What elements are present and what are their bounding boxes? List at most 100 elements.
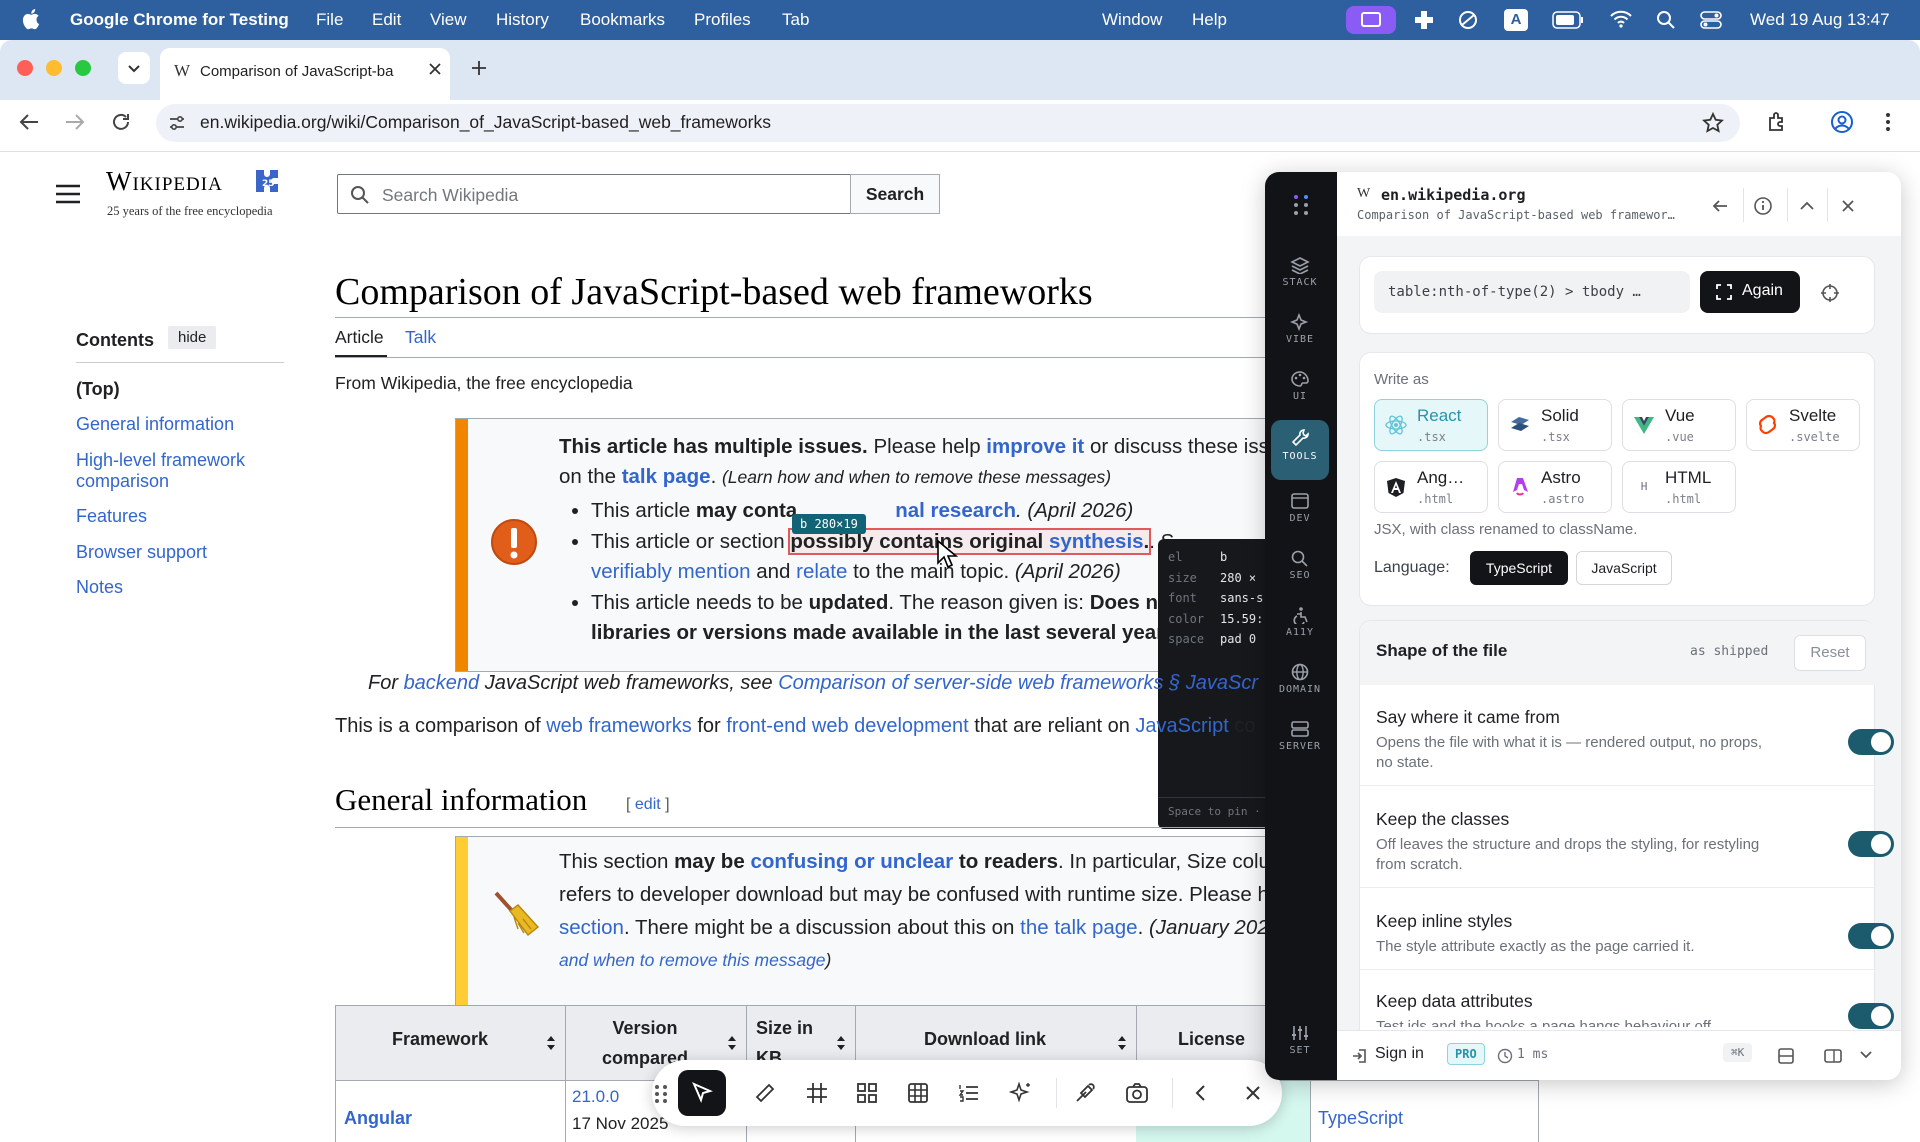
search-button[interactable]: Search bbox=[850, 174, 940, 214]
eyedropper-tool-button[interactable] bbox=[1066, 1074, 1104, 1112]
url-text[interactable]: en.wikipedia.org/wiki/Comparison_of_Java… bbox=[200, 112, 771, 133]
improve-it-link[interactable]: improve it bbox=[986, 435, 1084, 458]
arrow-back-icon[interactable] bbox=[1711, 198, 1729, 214]
section-link[interactable]: section bbox=[559, 916, 624, 939]
address-bar[interactable]: en.wikipedia.org/wiki/Comparison_of_Java… bbox=[156, 104, 1740, 142]
select-tool-button[interactable] bbox=[678, 1070, 726, 1116]
control-center-icon[interactable] bbox=[1700, 10, 1722, 30]
rail-stack[interactable]: STACK bbox=[1271, 252, 1329, 304]
spotlight-search-icon[interactable] bbox=[1656, 10, 1676, 30]
zoom-window-button[interactable] bbox=[75, 60, 91, 76]
front-end-link[interactable]: front-end web development bbox=[726, 715, 968, 737]
toggle-inline-styles[interactable] bbox=[1848, 923, 1894, 949]
ai-tool-button[interactable] bbox=[1002, 1074, 1040, 1112]
menu-bookmarks[interactable]: Bookmarks bbox=[580, 10, 665, 30]
table-tool-button[interactable] bbox=[899, 1074, 937, 1112]
the-talk-page-link[interactable]: the talk page bbox=[1020, 916, 1137, 939]
extension-logo-icon[interactable] bbox=[1291, 194, 1311, 216]
crosshair-icon[interactable] bbox=[1820, 283, 1840, 303]
framework-angular[interactable]: Ang… .html bbox=[1374, 461, 1488, 513]
rail-seo[interactable]: SEO bbox=[1271, 545, 1329, 597]
relate-link[interactable]: relate bbox=[796, 560, 847, 583]
menu-tab[interactable]: Tab bbox=[782, 10, 809, 30]
contents-item-general-information[interactable]: General information bbox=[76, 414, 234, 435]
framework-html[interactable]: H HTML .html bbox=[1622, 461, 1736, 513]
section-edit-link[interactable]: edit bbox=[635, 796, 661, 813]
close-window-button[interactable] bbox=[17, 60, 33, 76]
contents-item-top[interactable]: (Top) bbox=[76, 379, 120, 400]
rail-ui[interactable]: UI bbox=[1271, 366, 1329, 418]
bookmark-star-icon[interactable] bbox=[1702, 112, 1724, 134]
menu-window[interactable]: Window bbox=[1102, 10, 1162, 30]
new-tab-icon[interactable] bbox=[470, 59, 488, 77]
contents-item-features[interactable]: Features bbox=[76, 506, 147, 527]
block-icon[interactable] bbox=[1458, 10, 1478, 30]
battery-icon[interactable] bbox=[1552, 11, 1584, 29]
layout-icon[interactable] bbox=[1777, 1047, 1795, 1065]
menu-edit[interactable]: Edit bbox=[372, 10, 401, 30]
backend-link[interactable]: backend bbox=[404, 672, 480, 694]
contents-hide-button[interactable]: hide bbox=[168, 326, 217, 349]
language-javascript[interactable]: JavaScript bbox=[1576, 551, 1672, 585]
ruler-tool-button[interactable] bbox=[746, 1074, 784, 1112]
contents-item-notes[interactable]: Notes bbox=[76, 577, 123, 598]
again-button[interactable]: Again bbox=[1700, 271, 1800, 313]
sort-icon[interactable] bbox=[546, 1036, 556, 1050]
rail-vibe[interactable]: VIBE bbox=[1271, 309, 1329, 361]
screen-share-icon[interactable] bbox=[1346, 6, 1396, 34]
original-research-link[interactable]: nal research bbox=[895, 499, 1016, 522]
close-tab-icon[interactable] bbox=[428, 62, 442, 76]
rail-dev[interactable]: DEV bbox=[1271, 488, 1329, 540]
chevron-up-icon[interactable] bbox=[1799, 200, 1815, 212]
info-icon[interactable] bbox=[1753, 196, 1773, 216]
menu-help[interactable]: Help bbox=[1192, 10, 1227, 30]
verifiably-mention-link[interactable]: verifiably mention bbox=[591, 560, 751, 583]
sort-icon[interactable] bbox=[836, 1036, 846, 1050]
tab-talk[interactable]: Talk bbox=[405, 327, 436, 348]
rail-settings[interactable]: SET bbox=[1271, 1020, 1329, 1072]
rail-domain[interactable]: DOMAIN bbox=[1271, 659, 1329, 711]
javascript-link[interactable]: JavaScript bbox=[1135, 715, 1228, 737]
plus-extension-icon[interactable] bbox=[1414, 10, 1434, 30]
pro-badge[interactable]: PRO bbox=[1447, 1043, 1485, 1065]
tab-article[interactable]: Article bbox=[335, 327, 384, 348]
menu-file[interactable]: File bbox=[316, 10, 343, 30]
apple-icon[interactable] bbox=[22, 8, 40, 30]
angular-link[interactable]: Angular bbox=[344, 1108, 412, 1129]
menu-profiles[interactable]: Profiles bbox=[694, 10, 751, 30]
app-name[interactable]: Google Chrome for Testing bbox=[70, 10, 289, 30]
learn-how-remove-link[interactable]: (Learn how and when to remove these mess… bbox=[722, 467, 1111, 487]
framework-solid[interactable]: Solid .tsx bbox=[1498, 399, 1612, 451]
contents-item-browser-support[interactable]: Browser support bbox=[76, 542, 207, 563]
typescript-link[interactable]: TypeScript bbox=[1318, 1108, 1403, 1129]
close-panel-icon[interactable] bbox=[1841, 199, 1855, 213]
extensions-icon[interactable] bbox=[1766, 110, 1790, 134]
toggle-say-where[interactable] bbox=[1848, 729, 1894, 755]
site-info-icon[interactable] bbox=[168, 114, 186, 132]
tab-search-button[interactable] bbox=[118, 52, 150, 84]
dock-window-icon[interactable] bbox=[1823, 1047, 1843, 1065]
server-side-comparison-link[interactable]: Comparison of server-side web frameworks… bbox=[778, 672, 1258, 694]
screenshot-tool-button[interactable] bbox=[1118, 1074, 1156, 1112]
synthesis-link[interactable]: synthesis bbox=[1049, 530, 1144, 553]
forward-icon[interactable] bbox=[64, 112, 86, 132]
minimize-window-button[interactable] bbox=[46, 60, 62, 76]
rail-a11y[interactable]: A11Y bbox=[1271, 602, 1329, 654]
talk-page-link[interactable]: talk page bbox=[622, 465, 711, 488]
reset-button[interactable]: Reset bbox=[1794, 635, 1866, 671]
header-license[interactable]: License bbox=[1178, 1029, 1245, 1050]
search-input[interactable]: Search Wikipedia bbox=[337, 174, 851, 214]
sign-in-button[interactable]: Sign in bbox=[1375, 1045, 1424, 1063]
sort-icon[interactable] bbox=[727, 1036, 737, 1050]
framework-react[interactable]: React .tsx bbox=[1374, 399, 1488, 451]
hamburger-menu-icon[interactable] bbox=[56, 184, 80, 204]
wikipedia-wordmark[interactable]: Wikipedia bbox=[106, 166, 223, 197]
tab-active[interactable]: W Comparison of JavaScript-ba bbox=[160, 48, 450, 100]
menu-history[interactable]: History bbox=[496, 10, 549, 30]
confusing-unclear-link[interactable]: confusing or unclear bbox=[750, 850, 953, 873]
sort-icon[interactable] bbox=[1117, 1036, 1127, 1050]
drag-handle-icon[interactable] bbox=[654, 1084, 668, 1104]
chevron-down-icon[interactable] bbox=[1859, 1050, 1873, 1060]
web-frameworks-link[interactable]: web frameworks bbox=[546, 715, 692, 737]
selector-input[interactable]: table:nth-of-type(2) > tbody … bbox=[1374, 271, 1690, 313]
